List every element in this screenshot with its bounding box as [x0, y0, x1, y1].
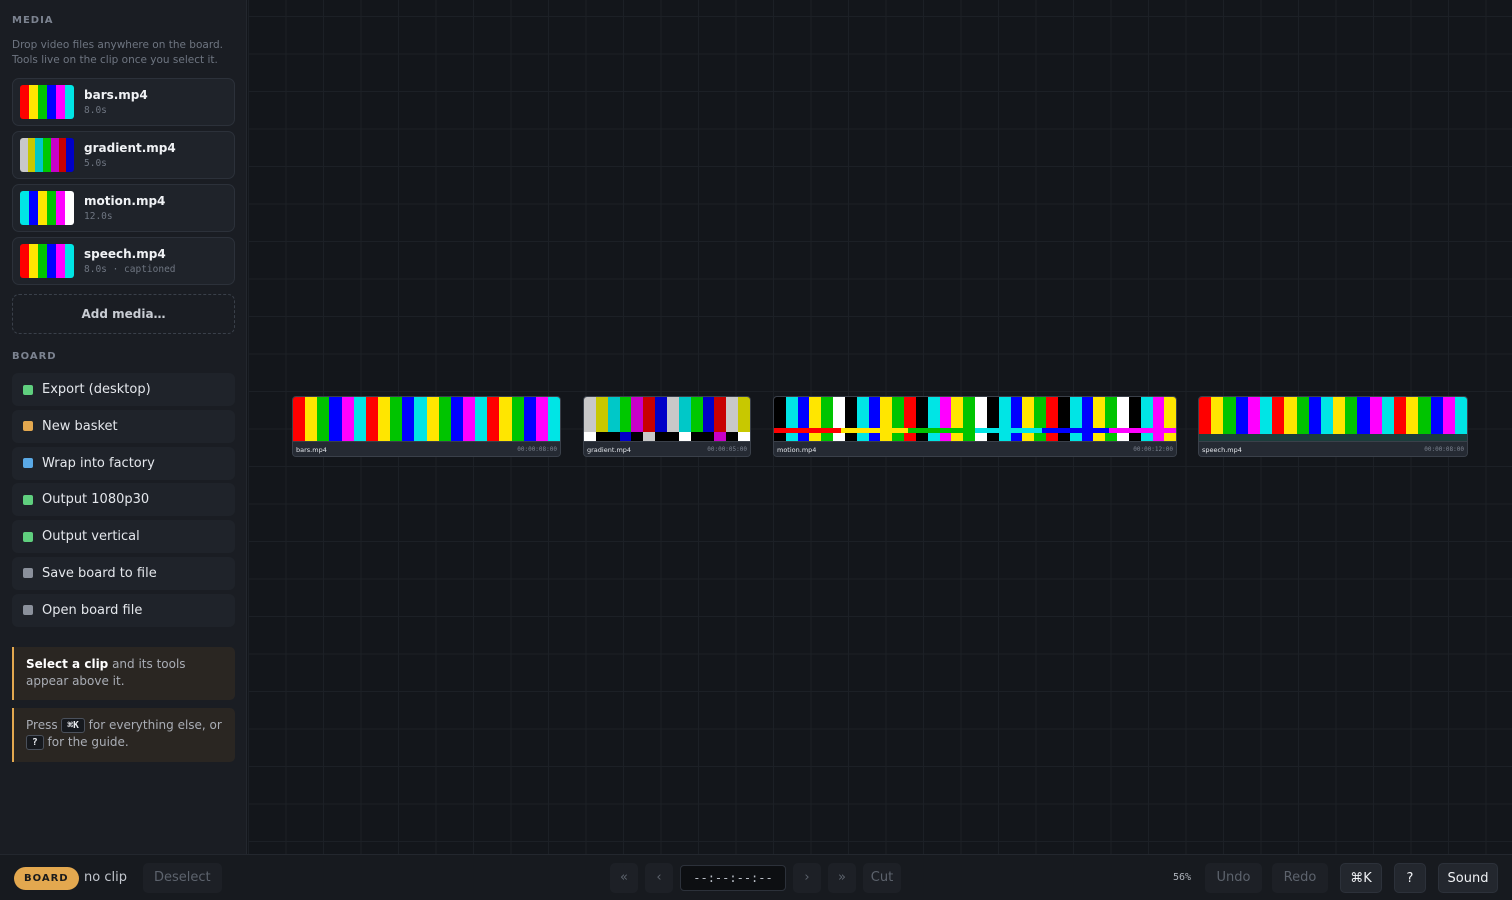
cut-button[interactable]: Cut	[863, 863, 901, 893]
clip-filmstrip	[1199, 397, 1467, 441]
app-window: MEDIA Drop video files anywhere on the b…	[0, 0, 1512, 900]
clip-timecode: 00:00:05:00	[707, 446, 747, 453]
tip-emphasis: Select a clip	[26, 657, 109, 671]
media-item-motion[interactable]: motion.mp4 12.0s	[12, 184, 235, 232]
media-thumbnail	[20, 191, 74, 225]
media-section-title: MEDIA	[12, 15, 54, 26]
status-dot	[23, 605, 33, 616]
media-thumbnail	[20, 244, 74, 278]
clip-timecode: 00:00:12:00	[1133, 446, 1173, 453]
status-dot	[23, 421, 33, 432]
jump-end-button[interactable]: »	[828, 863, 856, 893]
help-key-badge: ?	[26, 735, 44, 750]
tip-text: for the guide.	[43, 735, 129, 749]
clip-filmstrip	[774, 397, 1176, 441]
undo-button[interactable]: Undo	[1205, 863, 1262, 893]
media-list: bars.mp4 8.0s gradient.mp4 5.0s motion.m…	[12, 78, 235, 290]
clip-name: bars.mp4	[296, 445, 327, 454]
status-dot	[23, 531, 33, 542]
mode-badge: BOARD	[14, 867, 79, 890]
clip-speech[interactable]: speech.mp4 00:00:08:00	[1198, 396, 1468, 457]
sidebar: MEDIA Drop video files anywhere on the b…	[0, 0, 247, 854]
media-hint: Drop video files anywhere on the board. …	[12, 39, 223, 66]
wrap-into-factory-button[interactable]: Wrap into factory	[12, 446, 235, 480]
shortcut-tip: Press ⌘K for everything else, or ? for t…	[12, 708, 235, 762]
media-thumbnail	[20, 138, 74, 172]
output-1080p30-button[interactable]: Output 1080p30	[12, 483, 235, 517]
media-name: speech.mp4	[84, 247, 166, 261]
media-name: gradient.mp4	[84, 141, 176, 155]
output-vertical-button[interactable]: Output vertical	[12, 520, 235, 554]
status-dot	[23, 568, 33, 579]
board-item-label: New basket	[42, 418, 118, 434]
board-item-label: Open board file	[42, 602, 143, 618]
clip-motion[interactable]: motion.mp4 00:00:12:00	[773, 396, 1177, 457]
clip-timecode: 00:00:08:00	[1424, 446, 1464, 453]
open-board-button[interactable]: Open board file	[12, 593, 235, 627]
board-item-label: Output vertical	[42, 529, 140, 545]
clip-gradient[interactable]: gradient.mp4 00:00:05:00	[583, 396, 751, 457]
board-section-title: BOARD	[12, 351, 57, 362]
command-key-badge: ⌘K	[61, 718, 85, 733]
board-item-label: Output 1080p30	[42, 492, 150, 508]
add-media-button[interactable]: Add media…	[12, 294, 235, 334]
board-item-label: Wrap into factory	[42, 455, 155, 471]
board-canvas[interactable]: bars.mp4 00:00:08:00 gradient.mp4 00:00:05…	[248, 0, 1512, 854]
help-button[interactable]: ?	[1394, 863, 1426, 893]
media-name: bars.mp4	[84, 88, 148, 102]
export-desktop-button[interactable]: Export (desktop)	[12, 373, 235, 406]
media-item-speech[interactable]: speech.mp4 8.0s · captioned	[12, 237, 235, 285]
clip-filmstrip	[584, 397, 750, 441]
media-item-bars[interactable]: bars.mp4 8.0s	[12, 78, 235, 126]
clip-name: gradient.mp4	[587, 445, 632, 454]
media-duration: 5.0s	[84, 158, 107, 169]
clip-name: motion.mp4	[777, 445, 817, 454]
status-dot	[23, 458, 33, 469]
media-thumbnail	[20, 85, 74, 119]
save-board-button[interactable]: Save board to file	[12, 556, 235, 590]
clip-bars[interactable]: bars.mp4 00:00:08:00	[292, 396, 561, 457]
clip-name: speech.mp4	[1202, 445, 1242, 454]
board-actions: Export (desktop) New basket Wrap into fa…	[12, 373, 235, 631]
timecode-display: --:--:--:--	[680, 865, 786, 891]
board-item-label: Export (desktop)	[42, 382, 151, 397]
command-palette-button[interactable]: ⌘K	[1340, 863, 1382, 893]
sound-toggle[interactable]: Sound	[1438, 863, 1498, 893]
media-duration: 8.0s	[84, 105, 107, 116]
new-basket-button[interactable]: New basket	[12, 409, 235, 443]
media-duration: 12.0s	[84, 211, 113, 222]
clip-filmstrip	[293, 397, 560, 441]
select-clip-tip: Select a clip and its tools appear above…	[12, 647, 235, 700]
deselect-button[interactable]: Deselect	[143, 863, 222, 893]
next-frame-button[interactable]: ›	[793, 863, 821, 893]
media-item-gradient[interactable]: gradient.mp4 5.0s	[12, 131, 235, 179]
clip-timecode: 00:00:08:00	[517, 446, 557, 453]
status-dot	[23, 494, 33, 505]
selection-status: no clip	[84, 870, 127, 885]
previous-frame-button[interactable]: ‹	[645, 863, 673, 893]
redo-button[interactable]: Redo	[1272, 863, 1328, 893]
status-dot	[23, 384, 33, 395]
media-duration: 8.0s · captioned	[84, 264, 176, 275]
zoom-level: 56%	[1173, 872, 1192, 883]
board-item-label: Save board to file	[42, 565, 157, 581]
tip-text: Press	[26, 718, 62, 732]
tip-text: for everything else, or	[84, 718, 222, 732]
media-name: motion.mp4	[84, 194, 166, 208]
jump-start-button[interactable]: «	[610, 863, 638, 893]
